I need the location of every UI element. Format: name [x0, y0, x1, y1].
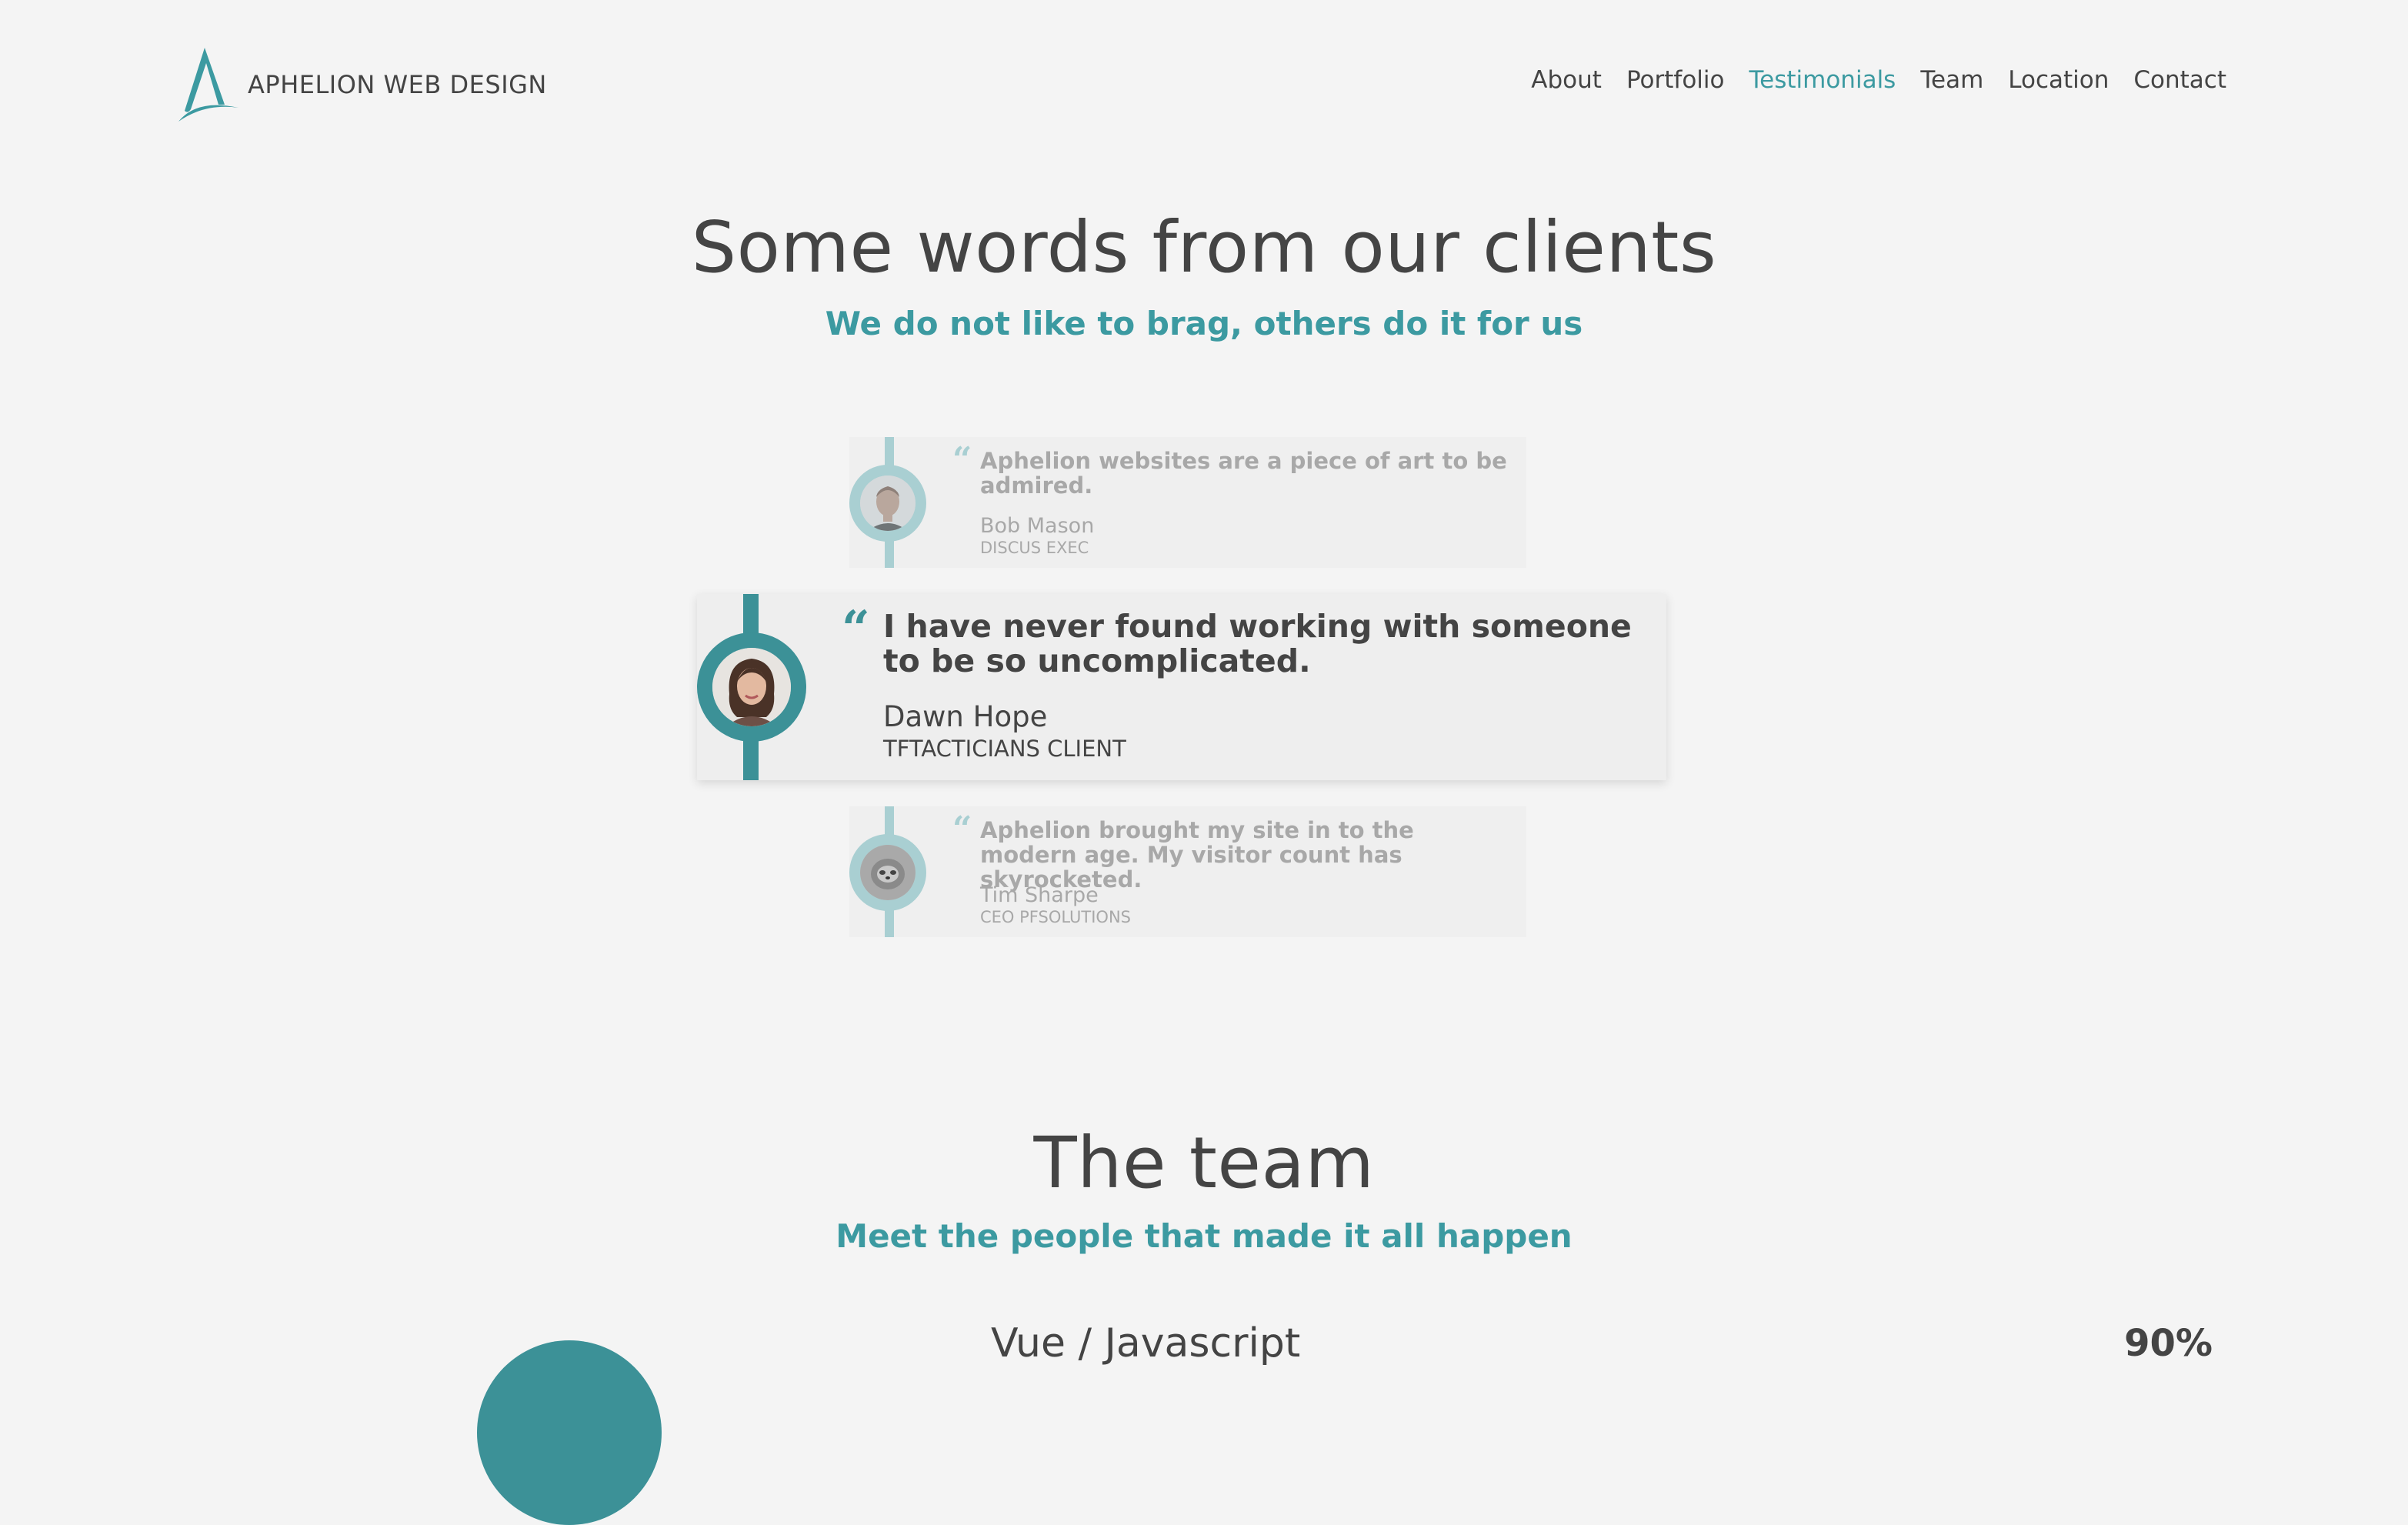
- brand-name: APHELION WEB DESIGN: [248, 70, 547, 99]
- team-title: The team: [1033, 1122, 1375, 1204]
- testimonial-quote: I have never found working with someone …: [883, 608, 1632, 680]
- testimonials-subtitle: We do not like to brag, others do it for…: [825, 305, 1583, 342]
- skill-name: Vue / Javascript: [991, 1320, 1301, 1366]
- nav-contact[interactable]: Contact: [2133, 66, 2226, 94]
- testimonial-author: Tim Sharpe: [980, 883, 1099, 907]
- testimonial-role: CEO PFSOLUTIONS: [980, 908, 1131, 926]
- aphelion-logo-icon: [178, 48, 238, 122]
- woman-portrait-icon: [712, 648, 791, 726]
- skill-percent: 90%: [2124, 1322, 2213, 1365]
- team-subtitle: Meet the people that made it all happen: [835, 1217, 1573, 1255]
- nav-location[interactable]: Location: [2008, 66, 2109, 94]
- site-header: APHELION WEB DESIGN About Portfolio Test…: [0, 0, 2408, 169]
- nav-team[interactable]: Team: [1920, 66, 1983, 94]
- testimonials-title: Some words from our clients: [691, 206, 1717, 289]
- testimonial-role: DISCUS EXEC: [980, 539, 1089, 557]
- testimonial-role: TFTACTICIANS CLIENT: [883, 736, 1126, 762]
- main-nav: About Portfolio Testimonials Team Locati…: [1531, 66, 2226, 94]
- brand-logo[interactable]: APHELION WEB DESIGN: [174, 45, 547, 125]
- testimonial-quote: Aphelion brought my site in to the moder…: [980, 817, 1414, 893]
- quote-mark-icon: “: [952, 440, 972, 479]
- testimonial-card[interactable]: “ Aphelion websites are a piece of art t…: [849, 437, 1526, 568]
- nav-about[interactable]: About: [1531, 66, 1602, 94]
- testimonial-quote: Aphelion websites are a piece of art to …: [980, 448, 1507, 499]
- nav-testimonials[interactable]: Testimonials: [1749, 66, 1896, 94]
- avatar: [860, 845, 916, 900]
- avatar: [860, 476, 916, 531]
- testimonial-author: Dawn Hope: [883, 700, 1048, 733]
- sloth-portrait-icon: [860, 845, 916, 900]
- nav-portfolio[interactable]: Portfolio: [1626, 66, 1725, 94]
- testimonial-card-featured[interactable]: “ I have never found working with someon…: [697, 594, 1666, 780]
- team-member-avatar: [477, 1340, 662, 1525]
- quote-mark-icon: “: [842, 600, 870, 658]
- avatar: [712, 648, 791, 726]
- quote-mark-icon: “: [952, 809, 972, 849]
- man-portrait-icon: [860, 476, 916, 531]
- testimonial-card[interactable]: “ Aphelion brought my site in to the mod…: [849, 806, 1526, 937]
- testimonial-author: Bob Mason: [980, 514, 1095, 538]
